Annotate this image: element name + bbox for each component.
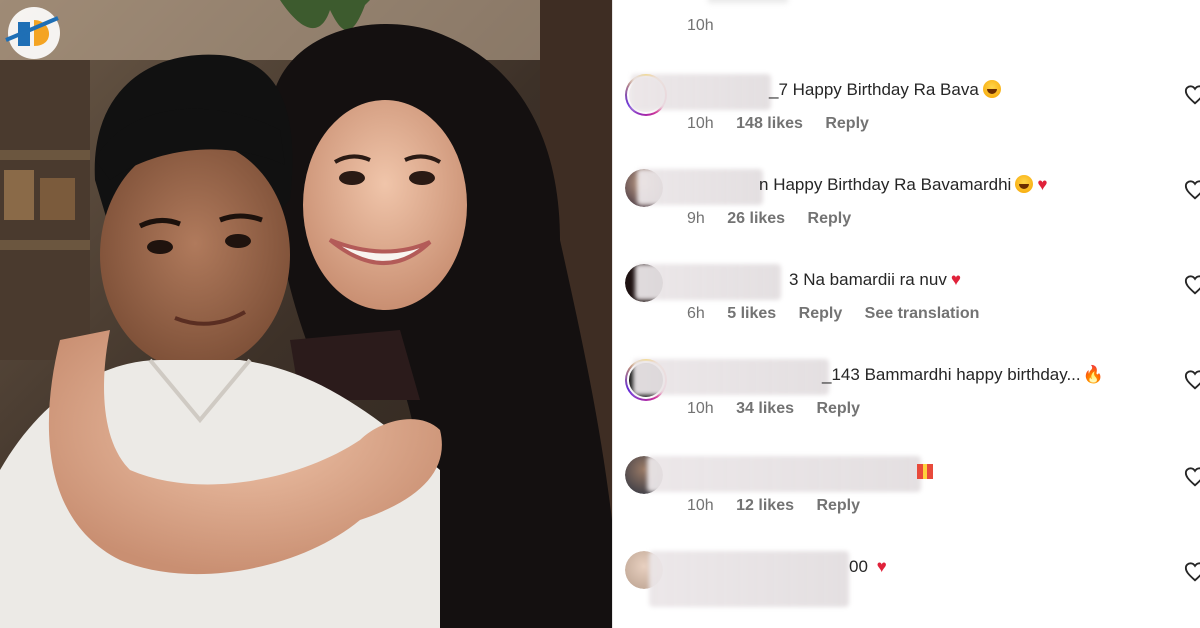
comment-time: 9h <box>687 210 705 227</box>
reply-link[interactable]: Reply <box>825 115 869 132</box>
username-redacted <box>649 551 849 607</box>
likes-count[interactable]: 5 likes <box>727 305 776 322</box>
comment-meta: 10h 34 likes Reply <box>687 400 878 418</box>
username-suffix[interactable]: n <box>759 175 768 194</box>
photo-illustration <box>0 0 612 628</box>
laughing-emoji-icon <box>1015 175 1034 193</box>
comment-time: 10h <box>687 400 714 417</box>
heart-outline-icon[interactable] <box>1184 466 1200 488</box>
previous-comment-time: 10h <box>687 17 714 34</box>
featured-photo <box>0 0 612 628</box>
comment-item: _143 Bammardhi happy birthday... 🔥 10h 34… <box>613 355 1200 450</box>
red-heart-emoji-icon: ♥ <box>876 557 887 576</box>
comments-panel[interactable]: 10h _7 Happy Birthday Ra Bava 10h 148 li… <box>613 0 1200 628</box>
fire-emoji-icon: 🔥 <box>1082 365 1104 384</box>
comment-item: 3 Na bamardii ra nuv ♥ 6h 5 likes Reply S… <box>613 260 1200 355</box>
comment-time: 6h <box>687 305 705 322</box>
username-redacted <box>647 456 921 492</box>
gift-emoji-icon <box>917 464 933 479</box>
reply-link[interactable]: Reply <box>808 210 852 227</box>
comment-text: _143 Bammardhi happy birthday... 🔥 <box>822 365 1104 385</box>
username-suffix[interactable]: _143 <box>822 365 860 384</box>
heart-outline-icon[interactable] <box>1184 274 1200 296</box>
username-redacted <box>631 74 771 110</box>
likes-count[interactable]: 34 likes <box>736 400 794 417</box>
reply-link[interactable]: Reply <box>816 497 860 514</box>
likes-count[interactable]: 26 likes <box>727 210 785 227</box>
username-redacted <box>637 169 763 205</box>
comment-time: 10h <box>687 497 714 514</box>
username-redacted <box>635 264 781 300</box>
reply-link[interactable]: Reply <box>816 400 860 417</box>
comment-text: 3 Na bamardii ra nuv ♥ <box>789 270 961 290</box>
comment-body: Bammardhi happy birthday... <box>864 365 1081 384</box>
heart-outline-icon[interactable] <box>1184 179 1200 201</box>
laughing-emoji-icon <box>982 80 1001 98</box>
red-heart-emoji-icon: ♥ <box>1037 175 1048 194</box>
comment-time: 10h <box>687 115 714 132</box>
comment-meta: 9h 26 likes Reply <box>687 210 869 228</box>
comment-meta: 10h 148 likes Reply <box>687 115 887 133</box>
heart-outline-icon[interactable] <box>1184 84 1200 106</box>
comment-body: Na bamardii ra nuv <box>803 270 947 289</box>
likes-count[interactable]: 12 likes <box>736 497 794 514</box>
comment-body: Happy Birthday Ra Bava <box>792 80 979 99</box>
reply-link[interactable]: Reply <box>799 305 843 322</box>
comment-body: Happy Birthday Ra Bavamardhi <box>773 175 1012 194</box>
comment-text: _7 Happy Birthday Ra Bava <box>769 80 1001 100</box>
comment-meta: 6h 5 likes Reply See translation <box>687 305 997 323</box>
heart-outline-icon[interactable] <box>1184 369 1200 391</box>
comment-text: 00 ♥ <box>849 557 887 577</box>
username-suffix[interactable]: 00 <box>849 557 868 576</box>
comment-text <box>913 462 933 482</box>
comment-meta <box>687 592 741 610</box>
username-suffix[interactable]: 3 <box>789 270 798 289</box>
previous-comment-fragment <box>708 0 788 3</box>
comment-item: _7 Happy Birthday Ra Bava 10h 148 likes … <box>613 70 1200 165</box>
comment-item: 00 ♥ <box>613 547 1200 628</box>
heart-outline-icon[interactable] <box>1184 561 1200 583</box>
comment-meta: 10h 12 likes Reply <box>687 497 878 515</box>
username-suffix[interactable]: _7 <box>769 80 788 99</box>
likes-count[interactable]: 148 likes <box>736 115 803 132</box>
comment-text: n Happy Birthday Ra Bavamardhi ♥ <box>759 175 1047 195</box>
username-redacted <box>633 359 829 395</box>
comment-item: 10h 12 likes Reply <box>613 452 1200 547</box>
see-translation-link[interactable]: See translation <box>865 305 980 322</box>
red-heart-emoji-icon: ♥ <box>950 270 961 289</box>
comment-item: n Happy Birthday Ra Bavamardhi ♥ 9h 26 li… <box>613 165 1200 260</box>
